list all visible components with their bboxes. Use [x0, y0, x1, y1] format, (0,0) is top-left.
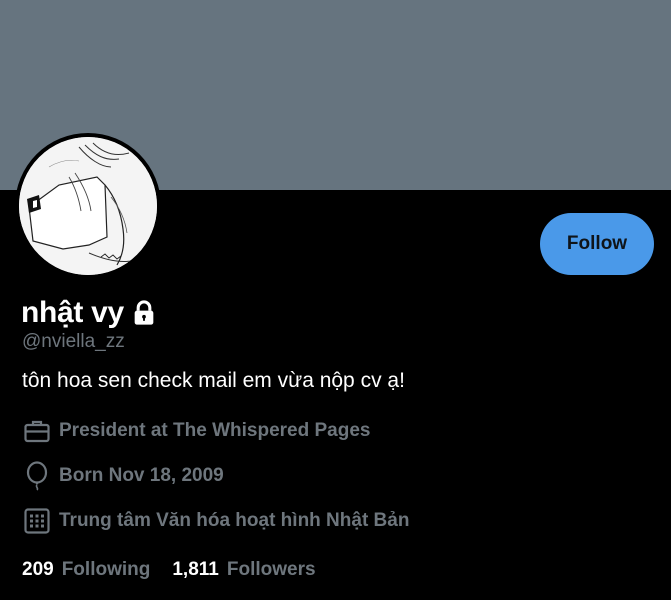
profile-location-row: Trung tâm Văn hóa hoạt hình Nhật Bản [22, 505, 409, 537]
lock-icon [130, 299, 158, 327]
following-label: Following [61, 559, 151, 580]
following-count: 209 [22, 559, 54, 580]
profile-handle: @nviella_zz [22, 331, 125, 352]
profile-stats: 209 Following 1,811 Followers [22, 556, 316, 584]
profile-location: Trung tâm Văn hóa hoạt hình Nhật Bản [59, 510, 410, 531]
avatar[interactable] [15, 133, 161, 279]
profile-bio: tôn hoa sen check mail em vừa nộp cv ạ! [22, 369, 405, 392]
display-name-row: nhật vy [21, 293, 158, 333]
balloon-icon [22, 461, 52, 491]
followers-link[interactable]: 1,811 Followers [172, 559, 315, 581]
profile-job-row: President at The Whispered Pages [22, 415, 370, 447]
display-name: nhật vy [21, 296, 124, 329]
profile-birth-row: Born Nov 18, 2009 [22, 460, 224, 492]
following-link[interactable]: 209 Following [22, 559, 150, 581]
avatar-sketch-icon [19, 137, 157, 275]
briefcase-icon [22, 416, 52, 446]
follow-button[interactable]: Follow [540, 213, 654, 275]
followers-count: 1,811 [172, 559, 219, 580]
profile-job: President at The Whispered Pages [59, 420, 371, 441]
profile-birth: Born Nov 18, 2009 [59, 465, 224, 486]
calendar-grid-icon [22, 506, 52, 536]
avatar-image [19, 137, 157, 275]
followers-label: Followers [226, 559, 316, 580]
